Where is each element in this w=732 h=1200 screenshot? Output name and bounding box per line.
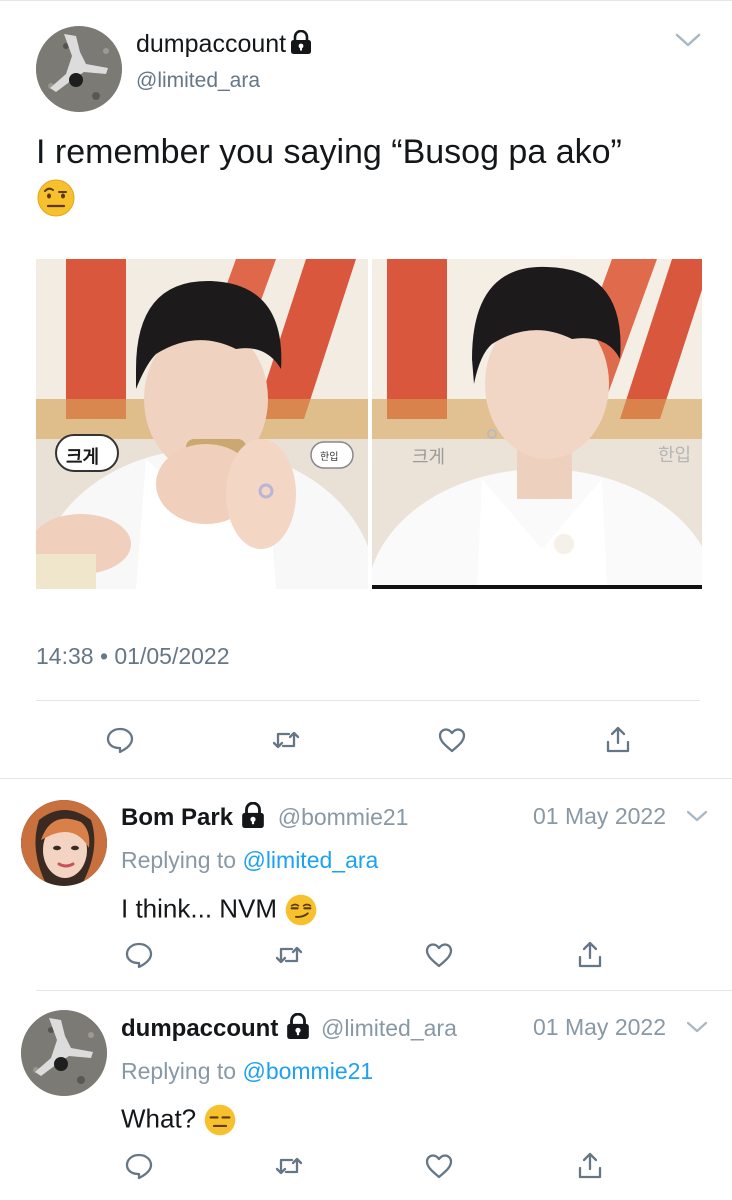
- reply-author-row[interactable]: dumpaccount @limited_ara: [121, 1012, 457, 1046]
- handle[interactable]: @limited_ara: [321, 1015, 457, 1041]
- retweet-icon[interactable]: [271, 937, 307, 973]
- tweet-image-right[interactable]: 크게 한입: [372, 259, 702, 589]
- divider: [0, 778, 732, 779]
- share-icon[interactable]: [600, 722, 636, 758]
- reply-date: 01 May 2022: [533, 803, 666, 829]
- avatar[interactable]: [36, 26, 122, 112]
- divider: [36, 700, 700, 701]
- display-name[interactable]: dumpaccount: [136, 30, 286, 58]
- like-icon[interactable]: [434, 722, 470, 758]
- top-border: [0, 0, 732, 1]
- reply-text-row: I think... NVM: [121, 893, 318, 928]
- retweet-icon[interactable]: [271, 1148, 307, 1184]
- smirking-face-emoji: [284, 893, 318, 928]
- divider: [36, 990, 732, 991]
- tweet-author-row[interactable]: dumpaccount: [136, 29, 312, 61]
- display-name[interactable]: dumpaccount: [121, 1015, 278, 1042]
- mention-link[interactable]: @bommie21: [242, 1058, 373, 1084]
- tweet-image-left[interactable]: 크게 한입: [36, 259, 368, 589]
- reply-icon[interactable]: [121, 937, 157, 973]
- image-caption: 크게: [66, 447, 100, 467]
- reply-author-row[interactable]: Bom Park @bommie21: [121, 801, 409, 835]
- retweet-icon[interactable]: [268, 722, 304, 758]
- replying-to: Replying to @limited_ara: [121, 847, 378, 874]
- image-caption: 한입: [658, 445, 692, 465]
- raised-eyebrow-emoji: [36, 178, 76, 223]
- share-icon[interactable]: [572, 1148, 608, 1184]
- tweet-timestamp: 14:38 • 01/05/2022: [36, 643, 230, 669]
- image-caption: 크게: [412, 447, 446, 467]
- image-caption: 한입: [320, 452, 339, 463]
- share-icon[interactable]: [572, 937, 608, 973]
- chevron-down-icon[interactable]: [685, 807, 709, 830]
- lock-icon: [286, 1012, 310, 1046]
- tweet-text: I remember you saying “Busog pa ako”: [36, 133, 622, 171]
- lock-icon: [241, 801, 265, 835]
- handle[interactable]: @bommie21: [278, 804, 409, 830]
- reply-icon[interactable]: [121, 1148, 157, 1184]
- expressionless-face-emoji: [203, 1103, 237, 1138]
- like-icon[interactable]: [421, 937, 457, 973]
- chevron-down-icon[interactable]: [674, 30, 702, 55]
- like-icon[interactable]: [421, 1148, 457, 1184]
- display-name[interactable]: Bom Park: [121, 804, 233, 831]
- mention-link[interactable]: @limited_ara: [242, 847, 378, 873]
- lock-icon: [290, 29, 312, 61]
- reply-icon[interactable]: [102, 722, 138, 758]
- handle[interactable]: @limited_ara: [136, 69, 260, 93]
- replying-label: Replying to: [121, 1058, 237, 1084]
- replying-to: Replying to @bommie21: [121, 1058, 373, 1085]
- reply-text: I think... NVM: [121, 893, 278, 924]
- reply-text-row: What?: [121, 1103, 237, 1138]
- avatar[interactable]: [21, 1010, 107, 1096]
- reply-text: What?: [121, 1103, 197, 1134]
- reply-date: 01 May 2022: [533, 1014, 666, 1040]
- chevron-down-icon[interactable]: [685, 1018, 709, 1041]
- avatar[interactable]: [21, 800, 107, 886]
- replying-label: Replying to: [121, 847, 237, 873]
